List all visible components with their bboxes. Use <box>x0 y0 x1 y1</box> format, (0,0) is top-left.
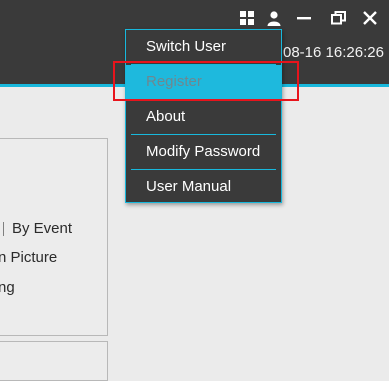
user-menu: Switch User Register About Modify Passwo… <box>125 29 282 203</box>
grid-icon[interactable] <box>238 9 256 27</box>
filter-separator <box>3 222 4 236</box>
menu-item-about[interactable]: About <box>126 100 281 134</box>
picture-option[interactable]: n Picture <box>0 249 57 266</box>
user-icon[interactable] <box>265 9 283 27</box>
by-event-option[interactable]: By Event <box>12 220 72 237</box>
menu-item-switch-user[interactable]: Switch User <box>126 30 281 64</box>
menu-item-register[interactable]: Register <box>126 65 281 99</box>
menu-item-user-manual[interactable]: User Manual <box>126 170 281 204</box>
content-panel-lower <box>0 341 108 381</box>
content-panel <box>0 138 108 336</box>
menu-item-modify-password[interactable]: Modify Password <box>126 135 281 169</box>
panel-option-3[interactable]: ng <box>0 279 15 296</box>
datetime-display: 08-16 16:26:26 <box>283 44 384 61</box>
minimize-icon[interactable] <box>295 9 313 27</box>
close-icon[interactable] <box>361 9 379 27</box>
restore-icon[interactable] <box>329 9 347 27</box>
